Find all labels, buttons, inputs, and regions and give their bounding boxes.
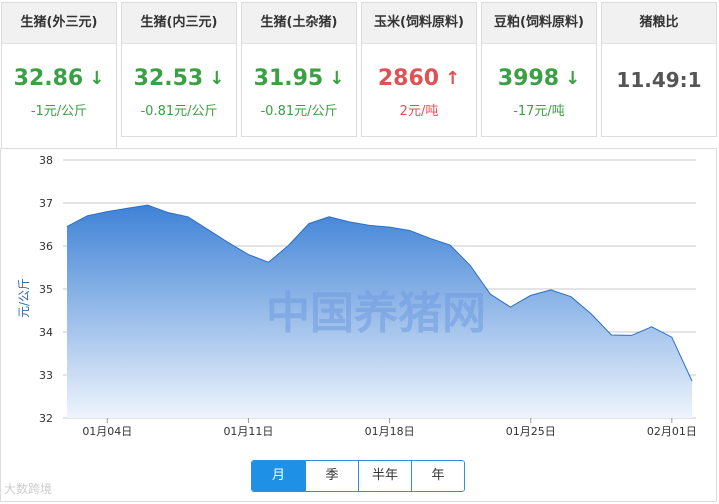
y-axis-label: 元/公斤	[17, 278, 31, 318]
card-value: 31.95 ↓	[253, 66, 345, 91]
price-card-pig-outer[interactable]: 生猪(外三元) 32.86 ↓ -1元/公斤	[1, 2, 117, 152]
arrow-down-icon: ↓	[565, 68, 581, 89]
card-title: 玉米(饲料原料)	[362, 3, 476, 44]
period-selector: 月 季 半年 年	[251, 460, 465, 492]
card-title: 豆粕(饲料原料)	[482, 3, 596, 44]
arrow-down-icon: ↓	[89, 68, 105, 89]
y-tick-label: 34	[39, 326, 53, 339]
card-value: 2860 ↑	[377, 66, 461, 91]
card-title: 生猪(内三元)	[122, 3, 236, 44]
price-card-pig-grain-ratio[interactable]: 猪粮比 11.49:1	[601, 2, 717, 137]
card-value: 32.86 ↓	[13, 66, 105, 91]
card-title: 猪粮比	[602, 3, 716, 44]
arrow-down-icon: ↓	[209, 68, 225, 89]
period-button-halfyear[interactable]: 半年	[358, 461, 411, 491]
card-title: 生猪(外三元)	[2, 3, 116, 44]
x-tick-label: 01月04日	[82, 425, 132, 438]
period-button-quarter[interactable]: 季	[305, 461, 358, 491]
price-card-corn[interactable]: 玉米(饲料原料) 2860 ↑ 2元/吨	[361, 2, 477, 137]
x-axis-ticks: 01月04日 01月11日 01月18日 01月25日 02月01日	[82, 418, 697, 438]
period-button-year[interactable]: 年	[411, 461, 464, 491]
y-axis-ticks: 32 33 34 35 36 37 38	[39, 154, 53, 425]
period-button-month[interactable]: 月	[252, 461, 305, 491]
card-change: -1元/公斤	[30, 104, 88, 119]
arrow-down-icon: ↓	[329, 68, 345, 89]
y-tick-label: 38	[39, 154, 53, 167]
price-card-pig-local[interactable]: 生猪(土杂猪) 31.95 ↓ -0.81元/公斤	[241, 2, 357, 137]
y-tick-label: 33	[39, 369, 53, 382]
card-change: -0.81元/公斤	[140, 104, 218, 119]
price-area-chart: 32333435363738 01月04日 01月11日 01月18日 01月25日 0…	[17, 154, 697, 438]
price-card-soymeal[interactable]: 豆粕(饲料原料) 3998 ↓ -17元/吨	[481, 2, 597, 137]
card-value: 3998 ↓	[497, 66, 581, 91]
card-value: 11.49:1	[616, 68, 702, 92]
price-card-pig-inner[interactable]: 生猪(内三元) 32.53 ↓ -0.81元/公斤	[121, 2, 237, 137]
watermark-text: 中国养猪网	[266, 288, 486, 339]
x-tick-label: 02月01日	[647, 425, 697, 438]
y-tick-label: 35	[39, 283, 53, 296]
x-tick-label: 01月18日	[365, 425, 415, 438]
x-tick-label: 01月25日	[506, 425, 556, 438]
card-change: -0.81元/公斤	[260, 104, 338, 119]
x-tick-label: 01月11日	[223, 425, 273, 438]
card-change: 2元/吨	[399, 104, 439, 119]
card-title: 生猪(土杂猪)	[242, 3, 356, 44]
y-tick-label: 36	[39, 240, 53, 253]
arrow-up-icon: ↑	[445, 68, 461, 89]
source-watermark: 大数跨境	[4, 482, 53, 496]
y-tick-label: 32	[39, 412, 53, 425]
card-value: 32.53 ↓	[133, 66, 225, 91]
y-tick-label: 37	[39, 197, 53, 210]
price-cards: 生猪(外三元) 32.86 ↓ -1元/公斤 生猪(内三元) 32.53 ↓ -0.…	[0, 0, 719, 152]
card-change: -17元/吨	[513, 104, 565, 119]
